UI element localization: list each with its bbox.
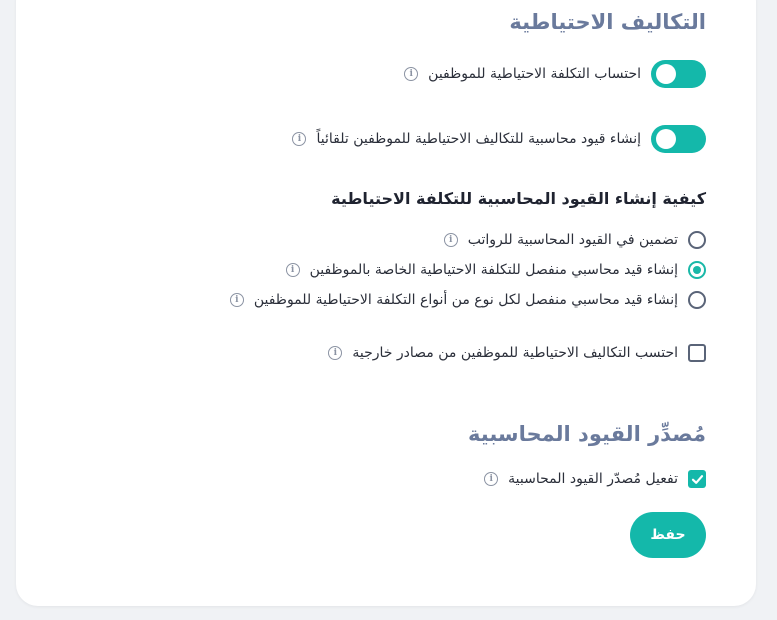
- radio-option-per-type-entry[interactable]: إنشاء قيد محاسبي منفصل لكل نوع من أنواع …: [229, 291, 706, 309]
- radio-button[interactable]: [688, 291, 706, 309]
- toggle-switch-auto-entries[interactable]: [651, 125, 706, 153]
- save-button[interactable]: حفظ: [630, 512, 706, 558]
- radio-button[interactable]: [688, 261, 706, 279]
- toggle-switch-calc-reserve[interactable]: [651, 60, 706, 88]
- radio-label: إنشاء قيد محاسبي منفصل لكل نوع من أنواع …: [253, 292, 678, 308]
- radio-option-include-payroll[interactable]: تضمين في القيود المحاسبية للرواتب i: [443, 231, 706, 249]
- toggle-knob: [656, 64, 676, 84]
- section-title-reserve-costs: التكاليف الاحتياطية: [509, 10, 706, 34]
- entry-method-title: كيفية إنشاء القيود المحاسبية للتكلفة الا…: [331, 189, 706, 208]
- radio-button[interactable]: [688, 231, 706, 249]
- radio-label: تضمين في القيود المحاسبية للرواتب: [467, 232, 678, 248]
- info-icon[interactable]: i: [484, 472, 499, 486]
- info-icon[interactable]: i: [229, 293, 244, 307]
- toggle-knob: [656, 129, 676, 149]
- checkbox-row-enable-source[interactable]: تفعيل مُصدّر القيود المحاسبية i: [484, 470, 706, 488]
- radio-option-separate-entry[interactable]: إنشاء قيد محاسبي منفصل للتكلفة الاحتياطي…: [285, 261, 706, 279]
- checkbox-label: احتسب التكاليف الاحتياطية للموظفين من مص…: [352, 345, 678, 361]
- section-title-entries-source: مُصدِّر القيود المحاسبية: [468, 422, 706, 446]
- info-icon[interactable]: i: [285, 263, 300, 277]
- toggle-row-calc-reserve[interactable]: احتساب التكلفة الاحتياطية للموظفين i: [404, 60, 706, 88]
- checkbox-row-external-sources[interactable]: احتسب التكاليف الاحتياطية للموظفين من مص…: [328, 344, 706, 362]
- info-icon[interactable]: i: [328, 346, 343, 360]
- info-icon[interactable]: i: [404, 67, 419, 81]
- toggle-label: احتساب التكلفة الاحتياطية للموظفين: [428, 66, 641, 82]
- checkbox-enable-source[interactable]: [688, 470, 706, 488]
- checkbox-external-sources[interactable]: [688, 344, 706, 362]
- info-icon[interactable]: i: [443, 233, 458, 247]
- toggle-row-auto-entries[interactable]: إنشاء قيود محاسبية للتكاليف الاحتياطية ل…: [292, 125, 706, 153]
- info-icon[interactable]: i: [292, 132, 307, 146]
- toggle-label: إنشاء قيود محاسبية للتكاليف الاحتياطية ل…: [316, 131, 641, 147]
- check-icon: [691, 474, 703, 484]
- radio-label: إنشاء قيد محاسبي منفصل للتكلفة الاحتياطي…: [309, 262, 678, 278]
- settings-card: التكاليف الاحتياطية احتساب التكلفة الاحت…: [16, 0, 756, 606]
- checkbox-label: تفعيل مُصدّر القيود المحاسبية: [508, 471, 678, 487]
